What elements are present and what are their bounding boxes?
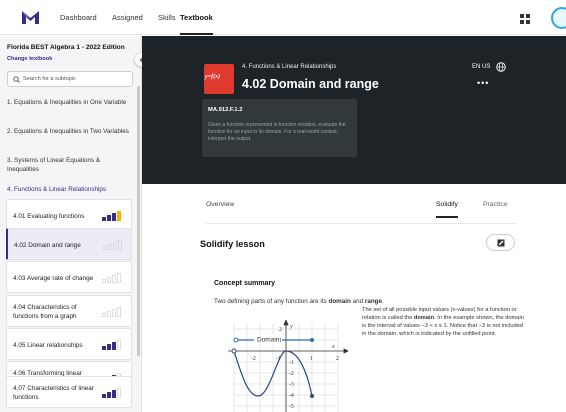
y-tick-minus-2: -2	[289, 371, 294, 377]
mastery-bars-icon	[102, 307, 121, 317]
y-tick-minus-1: -1	[289, 360, 294, 366]
solidify-lesson-title: Solidify lesson	[200, 239, 265, 249]
mastery-bars-icon	[102, 340, 121, 350]
top-navigation-bar: Dashboard Assigned Skills Textbook	[0, 0, 566, 35]
nav-dashboard[interactable]: Dashboard	[60, 0, 97, 35]
tab-overview[interactable]: Overview	[206, 201, 234, 208]
intro-text: Two defining parts of any function are i…	[214, 298, 329, 305]
intro-period: .	[382, 298, 384, 305]
body-domain-term: domain	[413, 315, 435, 321]
change-textbook-link[interactable]: Change textbook	[7, 56, 52, 62]
intro-range-term: range	[364, 298, 383, 305]
lesson-title: 4.02 Domain and range	[242, 77, 379, 91]
edit-icon	[497, 239, 505, 247]
search-icon	[13, 76, 20, 83]
globe-icon[interactable]	[496, 62, 506, 72]
x-tick-minus-2: -2	[251, 356, 256, 362]
domain-closed-endpoint	[310, 338, 314, 342]
standard-card: MA.912.F.1.2 Given a function represente…	[202, 99, 357, 157]
concept-intro: Two defining parts of any function are i…	[214, 298, 384, 305]
lesson-label: 4.05 Linear relationships	[13, 341, 83, 349]
chapter-item-4[interactable]: 4. Functions & Linear Relationships	[0, 185, 136, 194]
x-tick-1: 1	[310, 356, 313, 362]
chapter-item-2[interactable]: 2. Equations & Inequalities in Two Varia…	[0, 127, 136, 136]
standard-text: Given a function represented in function…	[208, 122, 346, 143]
intro-domain-term: domain	[328, 298, 351, 305]
chapter-label: 4. Functions & Linear Relationships	[242, 64, 337, 70]
function-badge: y=f(x)	[204, 64, 234, 94]
sidebar-scrollbar[interactable]	[137, 86, 140, 356]
domain-graph: Domain -2 -1 1 2 x y 2 1 -1 -2 -3 -4 -5	[228, 320, 348, 412]
lesson-item-4-02[interactable]: 4.02 Domain and range	[6, 228, 132, 260]
user-avatar[interactable]	[551, 7, 566, 29]
y-tick-minus-5: -5	[289, 404, 294, 410]
domain-label: Domain	[257, 337, 280, 344]
mastery-bars-icon	[102, 273, 121, 283]
lesson-header: y=f(x) 4. Functions & Linear Relationshi…	[142, 36, 566, 184]
mastery-bars-icon	[103, 240, 122, 250]
y-tick-minus-4: -4	[289, 393, 294, 399]
lesson-item-4-01[interactable]: 4.01 Evaluating functions	[6, 199, 132, 231]
nav-skills[interactable]: Skills	[158, 0, 176, 35]
textbook-sidebar: Florida BEST Algebra 1 - 2022 Edition Ch…	[0, 36, 142, 412]
chapter-item-3[interactable]: 3. Systems of Linear Equations & Inequal…	[0, 156, 136, 174]
mastery-bars-icon	[102, 211, 121, 221]
domain-open-endpoint	[233, 337, 239, 343]
lesson-item-4-07[interactable]: 4.07 Characteristics of linear functions	[6, 376, 132, 408]
y-tick-minus-3: -3	[289, 382, 294, 388]
nav-assigned[interactable]: Assigned	[112, 0, 143, 35]
y-tick-2: 2	[279, 327, 282, 333]
x-tick-minus-1: -1	[276, 356, 281, 362]
nav-textbook[interactable]: Textbook	[180, 0, 213, 35]
lesson-label: 4.03 Average rate of change	[13, 274, 94, 282]
mastery-bars-icon	[102, 388, 121, 398]
lesson-tabs: Overview Solidify Practice	[142, 184, 566, 224]
lesson-label: 4.04 Characteristics of functions from a…	[13, 304, 77, 320]
more-options-button[interactable]: •••	[477, 78, 489, 88]
y-axis-label: y	[289, 324, 293, 330]
standard-code: MA.912.F.1.2	[208, 107, 243, 113]
graph-axes	[228, 320, 348, 412]
lesson-item-4-03[interactable]: 4.03 Average rate of change	[6, 261, 132, 293]
curve-closed-endpoint	[310, 394, 314, 398]
tabs-divider	[206, 223, 516, 224]
tab-practice[interactable]: Practice	[483, 201, 508, 208]
x-axis-label: x	[331, 344, 335, 350]
language-selector[interactable]: EN US	[472, 64, 490, 70]
intro-and: and	[350, 298, 365, 305]
chapter-item-1[interactable]: 1. Equations & Inequalities in One Varia…	[0, 98, 136, 107]
y-tick-1: 1	[279, 338, 282, 344]
tab-solidify[interactable]: Solidify	[436, 201, 458, 218]
lesson-label: 4.02 Domain and range	[14, 241, 81, 249]
concept-summary-title: Concept summary	[214, 280, 276, 287]
course-title: Florida BEST Algebra 1 - 2022 Edition	[7, 44, 125, 51]
search-placeholder: Search for a subtopic	[23, 76, 76, 82]
function-badge-text: y=f(x)	[205, 74, 221, 80]
lesson-label: 4.07 Characteristics of linear functions	[13, 385, 94, 401]
domain-explanation: The set of all possible input values (x-…	[362, 306, 527, 338]
curve-open-endpoint	[231, 348, 237, 354]
mathspace-logo[interactable]	[22, 11, 39, 24]
lesson-item-4-04[interactable]: 4.04 Characteristics of functions from a…	[6, 295, 132, 327]
lesson-item-4-05[interactable]: 4.05 Linear relationships	[6, 328, 132, 360]
subtopic-search-input[interactable]: Search for a subtopic	[7, 71, 133, 87]
x-tick-2: 2	[336, 356, 339, 362]
apps-grid-icon[interactable]	[520, 14, 530, 24]
edit-button[interactable]	[486, 234, 515, 251]
